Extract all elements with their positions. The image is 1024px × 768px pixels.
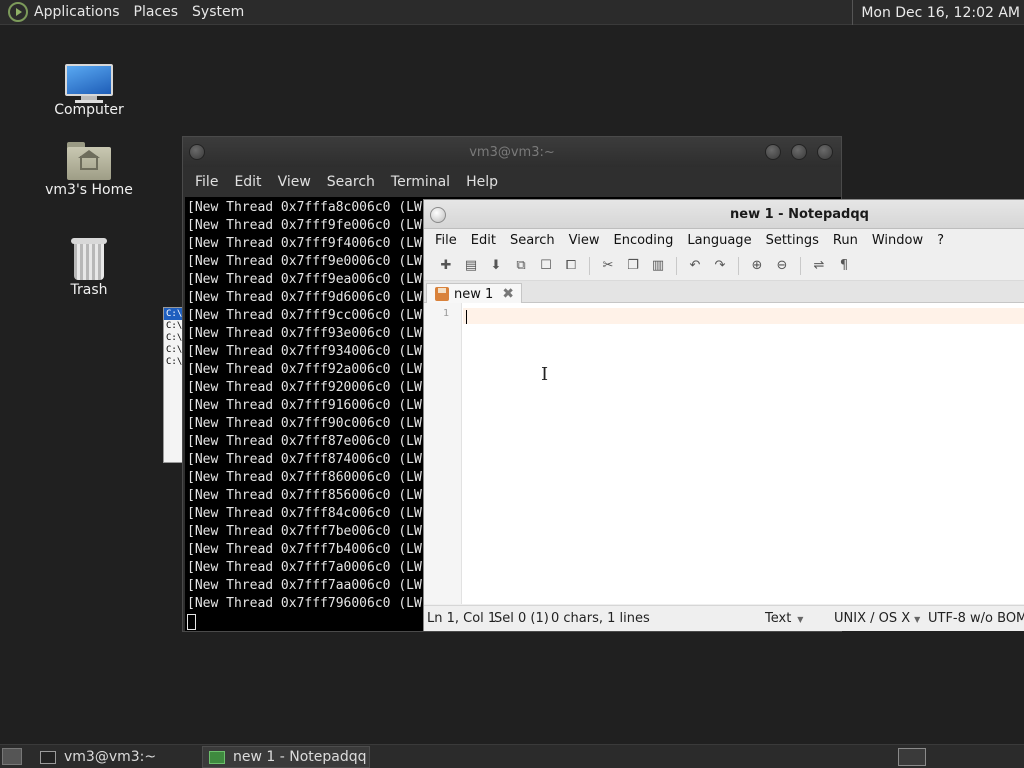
top-panel: Applications Places System Mon Dec 16, 1… [0, 0, 1024, 25]
save-icon[interactable]: ⬇ [486, 256, 506, 276]
cmd-line: C:\ [166, 357, 183, 367]
encoding-selector[interactable]: UTF-8 w/o BOM [928, 611, 1024, 626]
terminal-menubar: File Edit View Search Terminal Help [183, 167, 841, 197]
selection-info: Sel 0 (1) [494, 611, 549, 626]
terminal-titlebar[interactable]: vm3@vm3:~ [183, 137, 841, 167]
notepadqq-toolbar: ✚ ▤ ⬇ ⧉ ☐ ⧠ ✂ ❐ ▥ ↶ ↷ ⊕ ⊖ ⇌ ¶ [424, 251, 1024, 281]
minimize-button[interactable] [765, 144, 781, 160]
bottom-taskbar: vm3@vm3:~ new 1 - Notepadqq [0, 744, 1024, 768]
undo-icon[interactable]: ↶ [685, 256, 705, 276]
current-line-highlight [463, 308, 1024, 324]
desktop-icon-computer[interactable]: Computer [34, 44, 144, 118]
cursor-position: Ln 1, Col 1 [427, 611, 497, 626]
zoom-out-icon[interactable]: ⊖ [772, 256, 792, 276]
menu-search[interactable]: Search [319, 174, 383, 190]
status-bar: Ln 1, Col 1 Sel 0 (1) 0 chars, 1 lines T… [424, 605, 1024, 631]
notepadqq-icon [209, 750, 225, 764]
save-all-icon[interactable]: ⧉ [511, 256, 531, 276]
editor-area[interactable]: 1 I [424, 303, 1024, 604]
ibeam-cursor-icon: I [541, 364, 549, 385]
terminal-cursor [187, 614, 196, 630]
menu-terminal[interactable]: Terminal [383, 174, 458, 190]
task-terminal[interactable]: vm3@vm3:~ [34, 746, 200, 768]
menu-help[interactable]: Help [458, 174, 506, 190]
menu-search[interactable]: Search [503, 233, 562, 248]
close-button[interactable] [817, 144, 833, 160]
line-number: 1 [442, 308, 449, 319]
word-wrap-icon[interactable]: ⇌ [809, 256, 829, 276]
notepadqq-window[interactable]: new 1 - Notepadqq File Edit Search View Enco… [423, 199, 1024, 631]
desktop-icon-label: vm3's Home [45, 182, 133, 198]
trash-icon [71, 238, 107, 280]
home-folder-icon [67, 142, 111, 180]
toolbar-separator [589, 256, 590, 275]
task-label: vm3@vm3:~ [64, 749, 157, 765]
tab-bar: new 1 ✖ [424, 281, 1024, 304]
show-desktop-icon[interactable] [2, 748, 22, 765]
cmd-line: C:\ [164, 308, 184, 320]
cut-icon[interactable]: ✂ [598, 256, 618, 276]
redo-icon[interactable]: ↷ [710, 256, 730, 276]
dropdown-arrow-icon: ▼ [797, 615, 804, 624]
menu-file[interactable]: File [187, 174, 226, 190]
applications-menu[interactable]: Applications [34, 4, 120, 20]
toolbar-separator [738, 256, 739, 275]
menu-edit[interactable]: Edit [226, 174, 269, 190]
menu-file[interactable]: File [428, 233, 464, 248]
terminal-icon [40, 750, 56, 764]
tab-close-icon[interactable]: ✖ [502, 286, 514, 302]
document-counts: 0 chars, 1 lines [551, 611, 650, 626]
cmd-line: C:\ [166, 345, 183, 355]
zoom-in-icon[interactable]: ⊕ [747, 256, 767, 276]
language-selector[interactable]: Text ▼ [765, 611, 803, 626]
tab-label: new 1 [454, 286, 494, 302]
text-caret [466, 310, 467, 324]
cmd-line: C:\ [166, 321, 183, 331]
menu-language[interactable]: Language [680, 233, 758, 248]
maximize-button[interactable] [791, 144, 807, 160]
menu-settings[interactable]: Settings [759, 233, 826, 248]
window-menu-button[interactable] [189, 144, 205, 160]
menu-help[interactable]: ? [930, 233, 951, 248]
computer-icon [65, 64, 113, 103]
menu-view[interactable]: View [562, 233, 607, 248]
task-notepadqq[interactable]: new 1 - Notepadqq [202, 746, 370, 768]
close-icon[interactable]: ☐ [536, 256, 556, 276]
eol-selector[interactable]: UNIX / OS X ▼ [834, 611, 920, 626]
menu-view[interactable]: View [270, 174, 319, 190]
notepadqq-titlebar[interactable]: new 1 - Notepadqq [424, 200, 1024, 229]
task-label: new 1 - Notepadqq [233, 749, 367, 765]
show-all-chars-icon[interactable]: ¶ [834, 256, 854, 276]
unsaved-document-icon [435, 287, 449, 301]
copy-icon[interactable]: ❐ [623, 256, 643, 276]
desktop-icon-trash[interactable]: Trash [34, 224, 144, 298]
window-menu-button[interactable] [430, 207, 446, 223]
places-menu[interactable]: Places [134, 4, 179, 20]
notepadqq-title: new 1 - Notepadqq [730, 207, 869, 222]
menu-window[interactable]: Window [865, 233, 930, 248]
workspace-switcher[interactable] [898, 748, 926, 766]
menu-edit[interactable]: Edit [464, 233, 503, 248]
open-file-icon[interactable]: ▤ [461, 256, 481, 276]
close-all-icon[interactable]: ⧠ [561, 256, 581, 276]
terminal-title: vm3@vm3:~ [469, 144, 555, 160]
cmd-line: C:\ [166, 333, 183, 343]
toolbar-separator [676, 256, 677, 275]
distro-logo-icon[interactable] [8, 2, 28, 22]
clock[interactable]: Mon Dec 16, 12:02 AM [852, 0, 1024, 25]
paste-icon[interactable]: ▥ [648, 256, 668, 276]
menu-encoding[interactable]: Encoding [606, 233, 680, 248]
dropdown-arrow-icon: ▼ [914, 615, 921, 624]
desktop-icon-label: Computer [54, 102, 124, 118]
new-file-icon[interactable]: ✚ [436, 256, 456, 276]
notepadqq-menubar: File Edit Search View Encoding Language Settin… [424, 229, 1024, 251]
system-menu[interactable]: System [192, 4, 244, 20]
line-number-gutter: 1 [424, 303, 462, 604]
menu-run[interactable]: Run [826, 233, 865, 248]
desktop-icon-label: Trash [70, 282, 108, 298]
top-menu: Applications Places System [34, 4, 244, 20]
toolbar-separator [800, 256, 801, 275]
tab-new-1[interactable]: new 1 ✖ [426, 283, 522, 304]
desktop-icon-home[interactable]: vm3's Home [34, 124, 144, 198]
